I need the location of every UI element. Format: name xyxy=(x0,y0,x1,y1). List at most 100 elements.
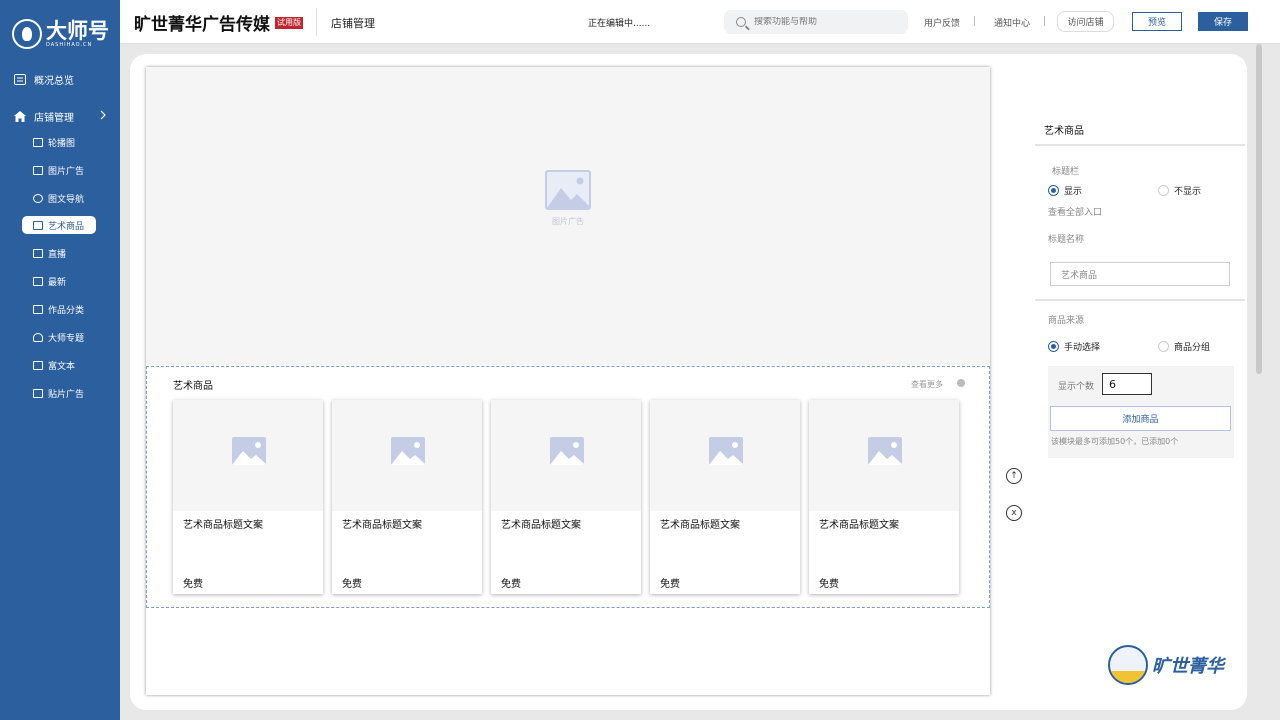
art-products-module[interactable]: 艺术商品 查看更多 艺术商品标题文案 免费 艺术商品标题文案 免费 艺术商品标题… xyxy=(146,366,990,608)
close-icon: x xyxy=(1011,508,1017,518)
remove-module-button[interactable]: x xyxy=(1006,505,1022,521)
radio-label: 商品分组 xyxy=(1174,343,1211,353)
image-placeholder-icon xyxy=(868,437,902,465)
section-title: 店铺管理 xyxy=(331,17,375,30)
view-all-entry-label: 查看全部入口 xyxy=(1048,208,1103,218)
image-placeholder-icon xyxy=(391,437,425,465)
image-icon xyxy=(33,165,43,175)
product-group-radio[interactable]: 商品分组 xyxy=(1158,340,1210,353)
sidebar-item-art-products[interactable]: 艺术商品 xyxy=(22,216,96,234)
home-icon xyxy=(14,111,26,123)
panel-divider xyxy=(1035,144,1245,146)
product-title: 艺术商品标题文案 xyxy=(183,520,263,531)
sidebar-item-carousel[interactable]: 轮播图 xyxy=(22,133,96,151)
top-header: 旷世菁华广告传媒 试用版 店铺管理 正在编辑中...... 用户反馈 通知中心 … xyxy=(120,0,1280,44)
arrow-up-icon: ↑ xyxy=(1010,471,1018,481)
logo-icon xyxy=(12,19,42,49)
sidebar-item-label: 概况总览 xyxy=(34,76,74,87)
brand-name: 旷世菁华广告传媒 xyxy=(134,15,270,35)
brand-watermark: 旷世菁华 xyxy=(1108,645,1224,685)
sidebar-item-master-topic[interactable]: 大师专题 xyxy=(22,328,96,346)
save-button[interactable]: 保存 xyxy=(1198,12,1248,31)
product-price: 免费 xyxy=(501,579,521,590)
product-card[interactable]: 艺术商品标题文案 免费 xyxy=(332,400,482,594)
sidebar-item-rich-text[interactable]: 富文本 xyxy=(22,356,96,374)
panel-divider xyxy=(1035,299,1245,301)
radio-checked-icon xyxy=(1048,341,1059,352)
header-separator xyxy=(974,16,975,26)
sidebar-item-label: 作品分类 xyxy=(48,305,85,316)
page-preview-canvas: 图片广告 艺术商品 查看更多 艺术商品标题文案 免费 艺术商品标题文案 免费 艺… xyxy=(146,67,990,695)
product-card[interactable]: 艺术商品标题文案 免费 xyxy=(809,400,959,594)
product-price: 免费 xyxy=(183,579,203,590)
manual-select-radio[interactable]: 手动选择 xyxy=(1048,340,1100,353)
logo-text: 大师号 xyxy=(46,19,109,43)
category-icon xyxy=(33,304,43,314)
scrollbar-thumb[interactable] xyxy=(1256,44,1262,374)
sidebar-item-live[interactable]: 直播 xyxy=(22,244,96,262)
editing-status: 正在编辑中...... xyxy=(588,19,651,29)
view-more-icon[interactable] xyxy=(957,379,965,387)
sidebar-item-label: 轮播图 xyxy=(48,138,76,149)
module-title: 艺术商品 xyxy=(173,381,213,392)
search-input[interactable] xyxy=(754,17,894,27)
radio-label: 不显示 xyxy=(1174,187,1202,197)
radio-label: 显示 xyxy=(1064,187,1083,197)
panel-title: 艺术商品 xyxy=(1044,126,1084,137)
title-bar-label: 标题栏 xyxy=(1052,167,1080,177)
radio-checked-icon xyxy=(1048,185,1059,196)
sidebar-item-work-category[interactable]: 作品分类 xyxy=(22,300,96,318)
sidebar-item-image-nav[interactable]: 图文导航 xyxy=(22,189,96,207)
visit-store-button[interactable]: 访问店铺 xyxy=(1057,11,1114,32)
sidebar-item-store-manage[interactable]: 店铺管理 xyxy=(14,109,106,124)
display-count-input[interactable]: 6 xyxy=(1102,373,1152,395)
search-box[interactable] xyxy=(724,10,908,34)
notification-center-link[interactable]: 通知中心 xyxy=(994,16,1030,29)
radio-label: 手动选择 xyxy=(1064,343,1101,353)
title-hide-radio[interactable]: 不显示 xyxy=(1158,184,1201,197)
text-icon xyxy=(33,360,43,370)
title-show-radio[interactable]: 显示 xyxy=(1048,184,1082,197)
sidebar-item-label: 图文导航 xyxy=(48,194,85,205)
sidebar-item-sticker-ad[interactable]: 贴片广告 xyxy=(22,384,96,402)
image-placeholder-icon xyxy=(709,437,743,465)
sidebar-item-label: 最新 xyxy=(48,277,67,288)
product-card[interactable]: 艺术商品标题文案 免费 xyxy=(173,400,323,594)
view-more-link[interactable]: 查看更多 xyxy=(911,379,943,390)
image-placeholder-icon xyxy=(550,437,584,465)
preview-button[interactable]: 预览 xyxy=(1132,12,1182,31)
sidebar-item-label: 大师专题 xyxy=(48,333,85,344)
product-price: 免费 xyxy=(342,579,362,590)
sidebar-item-latest[interactable]: 最新 xyxy=(22,272,96,290)
image-ad-module[interactable]: 图片广告 xyxy=(146,67,990,365)
sticker-icon xyxy=(33,388,43,398)
move-up-button[interactable]: ↑ xyxy=(1006,468,1022,484)
sidebar: 大师号 DASHIHAO.CN 概况总览 店铺管理 轮播图 图片广告 图文导航 … xyxy=(0,0,120,720)
product-title: 艺术商品标题文案 xyxy=(342,520,422,531)
radio-unchecked-icon xyxy=(1158,185,1169,196)
product-card[interactable]: 艺术商品标题文案 免费 xyxy=(650,400,800,594)
sidebar-item-image-ad[interactable]: 图片广告 xyxy=(22,161,96,179)
search-icon xyxy=(736,17,746,27)
radio-unchecked-icon xyxy=(1158,341,1169,352)
title-name-label: 标题名称 xyxy=(1048,235,1085,245)
image-placeholder-icon xyxy=(232,437,266,465)
vertical-scrollbar[interactable] xyxy=(1254,44,1264,720)
sidebar-item-label: 贴片广告 xyxy=(48,389,85,400)
columns-icon xyxy=(33,220,43,230)
watermark-text: 旷世菁华 xyxy=(1152,656,1224,677)
feedback-link[interactable]: 用户反馈 xyxy=(924,16,960,29)
sidebar-item-overview[interactable]: 概况总览 xyxy=(14,72,74,87)
app-logo[interactable]: 大师号 DASHIHAO.CN xyxy=(12,14,112,54)
new-icon xyxy=(33,276,43,286)
dashboard-icon xyxy=(14,74,26,86)
tv-icon xyxy=(33,248,43,258)
chevron-right-icon xyxy=(100,110,106,123)
brand-emblem-icon xyxy=(1108,645,1148,685)
product-price: 免费 xyxy=(819,579,839,590)
title-name-input[interactable]: 艺术商品 xyxy=(1050,262,1230,286)
product-card[interactable]: 艺术商品标题文案 免费 xyxy=(491,400,641,594)
product-title: 艺术商品标题文案 xyxy=(819,520,899,531)
image-ad-caption: 图片广告 xyxy=(552,217,584,226)
add-product-button[interactable]: 添加商品 xyxy=(1050,406,1231,431)
